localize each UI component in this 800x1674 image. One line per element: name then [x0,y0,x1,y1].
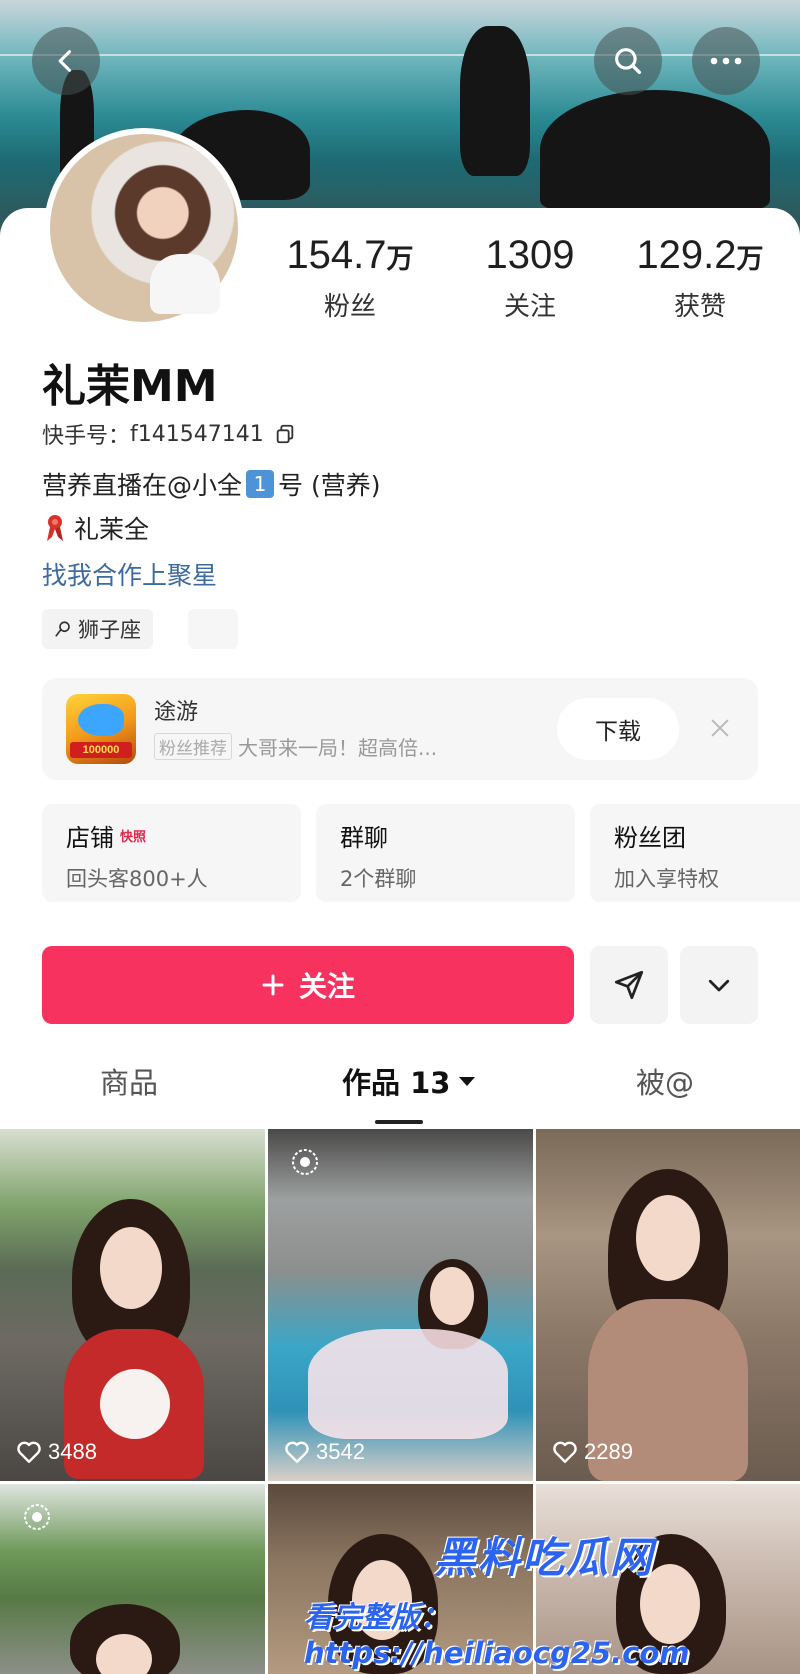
expand-button[interactable] [680,946,758,1024]
stat-likes[interactable]: 129.2万 获赞 [620,232,780,323]
content-tabs: 商品 作品 13 被@ [0,1060,800,1120]
work-item[interactable] [0,1484,265,1674]
group-chat-entry[interactable]: 群聊 2个群聊 [316,804,575,902]
bio-text: 礼茉全 [74,515,150,544]
stat-label: 关注 [503,292,556,322]
zodiac-icon [55,621,70,637]
heart-icon [285,1441,309,1463]
work-thumbnail [536,1129,800,1481]
entry-title: 店铺 [66,824,114,852]
entry-title: 群聊 [340,824,388,852]
entry-row: 店铺 快照 回头客800+人 群聊 2个群聊 粉丝团 加入享特权 [42,804,800,902]
heart-icon [553,1441,577,1463]
ad-banner[interactable]: 100000 途游 粉丝推荐 大哥来一局！超高倍... 下载 [42,678,758,780]
plus-icon [262,974,284,996]
more-button[interactable] [692,27,760,95]
stat-label: 获赞 [673,292,726,322]
send-icon [614,970,644,1000]
ad-pill: 粉丝推荐 [154,733,232,760]
entry-title: 粉丝团 [614,824,686,852]
close-ad-button[interactable] [700,708,740,748]
close-icon [711,719,729,737]
download-button[interactable]: 下载 [557,698,679,760]
entry-badge: 快照 [120,830,147,845]
watermark-brand: 黑料吃瓜网 [434,1533,655,1582]
watermark-url: 看完整版：https://heiliaocg25.com [304,1600,690,1670]
game-app-icon: 100000 [66,694,136,764]
tab-goods[interactable]: 商品 [100,1060,158,1102]
ad-subtitle: 大哥来一局！超高倍... [238,736,438,760]
more-dots-icon [710,57,742,65]
message-button[interactable] [590,946,668,1024]
work-thumbnail [0,1129,265,1481]
tab-works-label: 作品 13 [342,1066,451,1100]
bio-text: 号 (营养) [278,471,381,500]
collab-link[interactable]: 找我合作上聚星 [42,556,217,592]
stat-unit: 万 [386,244,414,274]
stat-following[interactable]: 1309 关注 [450,232,610,323]
follow-button[interactable]: 关注 [42,946,574,1024]
live-photo-icon [292,1149,318,1175]
search-button[interactable] [594,27,662,95]
chevron-left-icon [58,50,72,72]
search-icon [615,48,642,75]
like-count: 3542 [284,1439,365,1465]
ad-subtitle-row: 粉丝推荐 大哥来一局！超高倍... [154,732,437,761]
tab-mentioned[interactable]: 被@ [636,1060,694,1102]
like-count: 3488 [16,1439,97,1465]
profile-name: 礼茉MM [42,361,218,412]
like-count-value: 3542 [316,1439,365,1464]
entry-subtitle: 回头客800+人 [66,867,208,891]
blank-tag [188,609,238,649]
profile-stats: 154.7万 粉丝 1309 关注 129.2万 获赞 [270,232,790,323]
bio-line-2: 礼茉全 [42,510,149,546]
caret-down-icon [459,1077,476,1086]
stat-value: 154.7 [286,233,387,277]
heart-icon [17,1441,41,1463]
bio-text: 营养直播在@小全 [42,471,243,500]
follow-label: 关注 [298,970,355,1003]
stat-label: 粉丝 [323,292,376,322]
zodiac-tag-label: 狮子座 [78,618,141,642]
copy-icon[interactable] [274,423,296,445]
shop-entry[interactable]: 店铺 快照 回头客800+人 [42,804,301,902]
like-count-value: 3488 [48,1439,97,1464]
bio-line-1: 营养直播在@小全 1 号 (营养) [42,466,380,502]
stat-value: 129.2 [636,233,737,277]
number-badge: 1 [246,470,275,498]
work-item[interactable]: 3542 [268,1129,533,1481]
live-photo-icon [24,1504,50,1530]
zodiac-tag[interactable]: 狮子座 [42,609,153,649]
works-grid: 3488 3542 2289 [0,1129,800,1674]
fan-club-entry[interactable]: 粉丝团 加入享特权 [590,804,800,902]
kuaishou-id-value: f141547141 [130,421,264,447]
profile-page: 154.7万 粉丝 1309 关注 129.2万 获赞 礼茉MM 快手号： f14… [0,0,800,1674]
like-count: 2289 [552,1439,633,1465]
entry-subtitle: 2个群聊 [340,867,417,891]
app-badge: 100000 [70,742,132,758]
work-item[interactable]: 3488 [0,1129,265,1481]
kuaishou-id-row[interactable]: 快手号： f141547141 [42,418,296,450]
stat-value: 1309 [485,233,575,277]
avatar[interactable] [44,128,244,328]
ad-title: 途游 [154,700,199,725]
stat-unit: 万 [736,244,764,274]
stat-fans[interactable]: 154.7万 粉丝 [270,232,430,323]
tab-indicator [375,1120,423,1124]
work-item[interactable]: 2289 [536,1129,800,1481]
like-count-value: 2289 [584,1439,633,1464]
work-thumbnail [268,1129,533,1481]
entry-subtitle: 加入享特权 [614,867,719,891]
kuaishou-id-label: 快手号： [42,424,131,449]
ribbon-icon [47,515,63,541]
tab-works[interactable]: 作品 13 [342,1060,476,1102]
chevron-down-icon [708,979,730,992]
back-button[interactable] [32,27,100,95]
